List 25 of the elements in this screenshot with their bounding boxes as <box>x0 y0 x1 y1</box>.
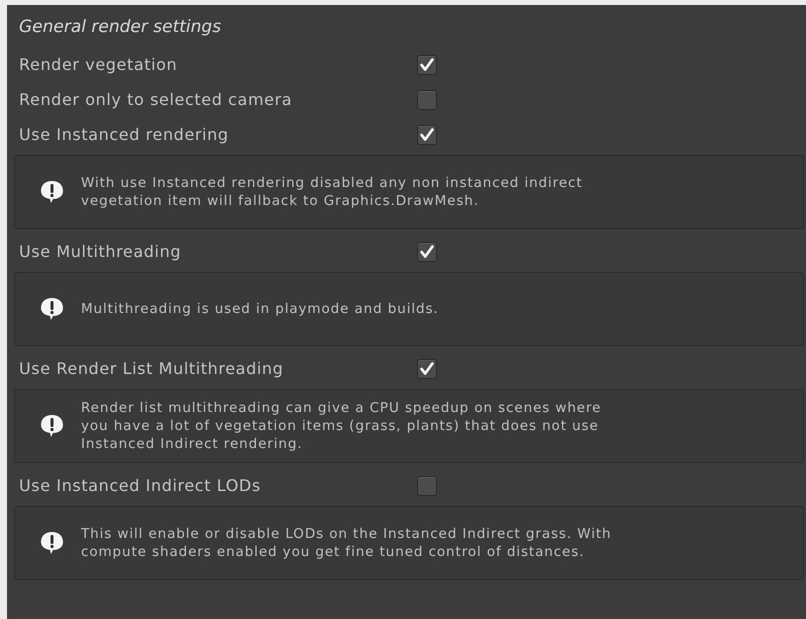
help-text: Multithreading is used in playmode and builds. <box>81 300 439 318</box>
help-text: vegetation item will fallback to Graphics.DrawMesh. <box>81 192 480 210</box>
setting-label: Use Instanced Indirect LODs <box>19 476 262 495</box>
help-text: compute shaders enabled you get fine tuned control of distances. <box>81 543 586 561</box>
setting-label: Render vegetation <box>19 55 178 74</box>
setting-label: Use Multithreading <box>19 242 182 261</box>
setting-label: Use Render List Multithreading <box>19 359 284 378</box>
info-bubble-icon <box>39 179 65 205</box>
setting-label: Use Instanced rendering <box>19 125 230 144</box>
checkbox[interactable] <box>417 358 437 378</box>
help-text: With use Instanced rendering disabled any non instanced indirect <box>81 174 583 192</box>
checkbox[interactable] <box>417 124 437 144</box>
checkbox[interactable] <box>417 242 437 262</box>
info-bubble-icon <box>39 413 65 439</box>
checkbox[interactable] <box>417 54 437 74</box>
info-bubble-icon <box>39 530 65 556</box>
checkbox[interactable] <box>417 476 437 496</box>
help-text: This will enable or disable LODs on the Instanced Indirect grass. With <box>81 525 612 543</box>
info-bubble-icon <box>39 296 65 322</box>
section-title: General render settings <box>19 17 222 39</box>
help-text: you have a lot of vegetation items (grass, plants) that does not use <box>81 417 600 435</box>
help-text: Render list multithreading can give a CPU speedup on scenes where <box>81 399 602 417</box>
checkbox[interactable] <box>417 90 437 110</box>
setting-label: Render only to selected camera <box>19 90 294 109</box>
help-text: Instanced Indirect rendering. <box>81 435 304 453</box>
